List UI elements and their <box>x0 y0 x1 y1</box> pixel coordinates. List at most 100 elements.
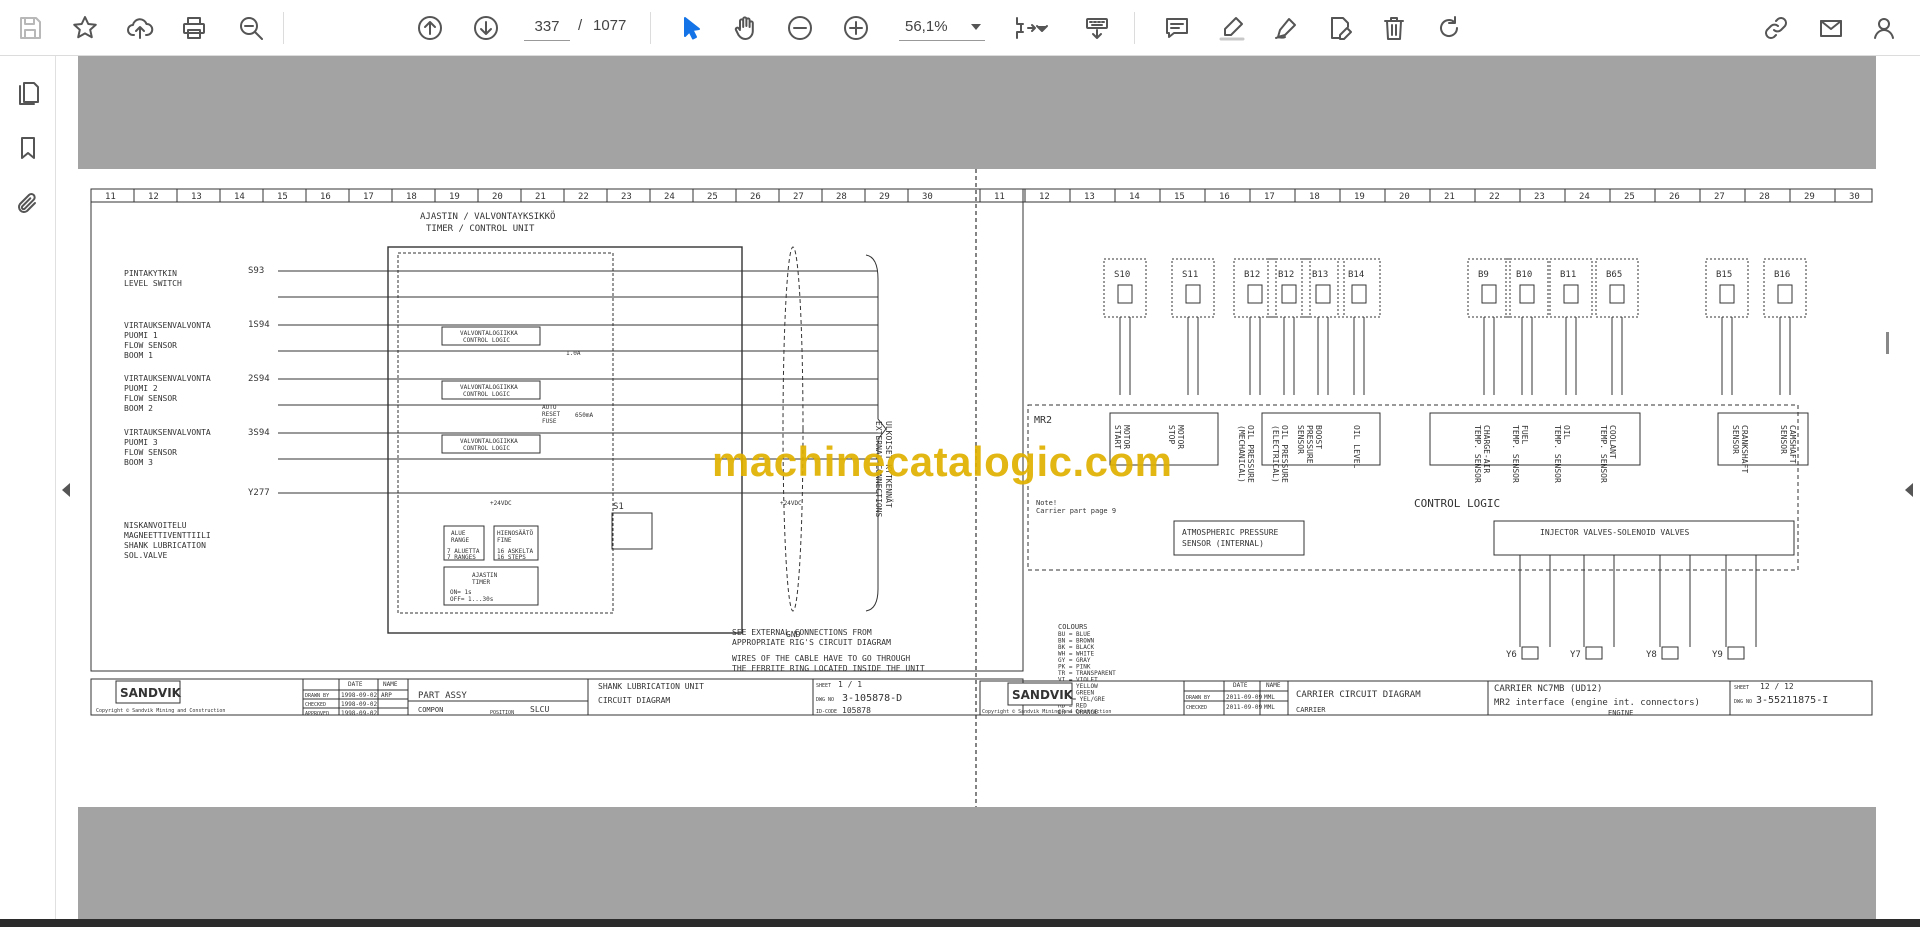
comment-icon[interactable] <box>1159 10 1195 46</box>
sensor-symbol <box>1481 284 1497 304</box>
drawing-title: CARRIER CIRCUIT DIAGRAM <box>1296 690 1421 700</box>
page-thumbnails-icon[interactable] <box>10 74 46 110</box>
id-code-label: ID-CODE <box>816 709 837 715</box>
sensor-box <box>1505 258 1549 318</box>
title-name-label: NAME <box>1266 682 1281 689</box>
carrier-label: CARRIER <box>1296 706 1326 714</box>
atmospheric-sensor-box <box>1173 520 1305 556</box>
unit-label: MR2 <box>1034 415 1052 426</box>
function-label: SENSOR <box>1731 425 1740 454</box>
column-number: 12 <box>1039 192 1050 202</box>
fuse-label: AUTO <box>542 404 557 411</box>
sensor-symbol <box>1563 284 1579 304</box>
component-tag: 1S94 <box>248 320 270 330</box>
range-label: RANGE <box>451 537 469 544</box>
sensor-symbol <box>1719 284 1735 304</box>
chevron-down-icon[interactable] <box>1034 10 1050 46</box>
component-label: PUOMI 1 <box>124 331 158 340</box>
bookmark-icon[interactable] <box>10 130 46 166</box>
sensor-box <box>1705 258 1749 318</box>
component-tag: S93 <box>248 266 264 276</box>
solenoid-box <box>1585 646 1603 660</box>
component-tag: B16 <box>1774 270 1790 280</box>
upload-cloud-icon[interactable] <box>122 10 158 46</box>
injector-box <box>1493 520 1795 556</box>
component-label: MAGNEETTIVENTTIILI <box>124 531 211 540</box>
function-label: TEMP. SENSOR <box>1473 425 1482 483</box>
print-icon[interactable] <box>176 10 212 46</box>
control-logic-frame <box>1027 404 1799 571</box>
zoom-search-icon[interactable] <box>233 10 269 46</box>
component-label: VIRTAUKSENVALVONTA <box>124 321 211 330</box>
position-label: POSITION <box>490 710 514 716</box>
atmospheric-sensor-label: ATMOSPHERIC PRESSURE <box>1182 528 1279 537</box>
column-number: 29 <box>1804 192 1815 202</box>
component-label: BOOM 3 <box>124 458 153 467</box>
circuit-drawing: 11 12 13 14 15 16 17 18 19 20 21 22 23 24 25 26 27 28 29 30… <box>90 169 1873 807</box>
column-number: 18 <box>406 192 417 202</box>
note-text: Note! <box>1036 499 1057 507</box>
zoom-out-icon[interactable] <box>782 10 818 46</box>
draw-pen-icon[interactable] <box>1268 10 1304 46</box>
keyboard-scroll-icon[interactable] <box>1079 10 1115 46</box>
function-label: OIL PRESSURE <box>1246 425 1255 483</box>
control-logic-label: VALVONTALOGIIKKA <box>460 384 518 391</box>
note-text: THE FERRITE RING LOCATED INSIDE THE UNIT <box>732 664 925 673</box>
edit-document-icon[interactable] <box>1322 10 1358 46</box>
bookmark-star-icon[interactable] <box>67 10 103 46</box>
compon: COMPON <box>418 706 443 714</box>
diagram-title: TIMER / CONTROL UNIT <box>426 224 535 234</box>
panel-collapse-left-icon[interactable] <box>62 483 70 497</box>
sensor-symbol <box>1117 284 1133 304</box>
note-text: SEE EXTERNAL CONNECTIONS FROM <box>732 628 872 637</box>
user-account-icon[interactable] <box>1866 10 1902 46</box>
injector-label: INJECTOR VALVES-SOLENOID VALVES <box>1540 528 1689 537</box>
engine-label: ENGINE <box>1608 709 1633 717</box>
component-label: PUOMI 3 <box>124 438 158 447</box>
title-name-label: NAME <box>383 681 398 688</box>
column-number: 12 <box>148 192 159 202</box>
column-number: 23 <box>1534 192 1545 202</box>
column-number: 27 <box>793 192 804 202</box>
zoom-in-icon[interactable] <box>838 10 874 46</box>
component-tag: B14 <box>1348 270 1364 280</box>
sensor-symbol <box>1777 284 1793 304</box>
column-number: 20 <box>492 192 503 202</box>
title-row-date: 2011-09-09 <box>1226 694 1263 701</box>
email-icon[interactable] <box>1813 10 1849 46</box>
component-label: PUOMI 2 <box>124 384 158 393</box>
title-date-label: DATE <box>348 681 363 688</box>
sheet-value: 1 / 1 <box>838 680 862 689</box>
next-page-icon[interactable] <box>468 10 504 46</box>
watermark-text: machinecatalogic.com <box>712 438 1173 485</box>
component-tag: B11 <box>1560 270 1576 280</box>
delete-trash-icon[interactable] <box>1376 10 1412 46</box>
hand-tool-icon[interactable] <box>727 10 763 46</box>
previous-page-icon[interactable] <box>412 10 448 46</box>
title-row-date: 1998-09-02 <box>341 692 378 699</box>
column-number: 27 <box>1714 192 1725 202</box>
ferrite-ring <box>782 246 804 612</box>
highlight-pen-icon[interactable] <box>1214 10 1250 46</box>
zoom-level-select[interactable]: 56,1% <box>899 13 985 41</box>
share-link-icon[interactable] <box>1758 10 1794 46</box>
save-icon[interactable] <box>12 10 48 46</box>
panel-expand-right-icon[interactable] <box>1905 483 1913 497</box>
fine-label: HIENOSÄÄTÖ <box>497 530 534 537</box>
component-tag: B9 <box>1478 270 1489 280</box>
model-label: CARRIER NC7MB (UD12) <box>1494 684 1602 694</box>
attachment-paperclip-icon[interactable] <box>10 186 46 222</box>
title-row-name: ARP <box>381 692 392 699</box>
select-cursor-icon[interactable] <box>673 10 709 46</box>
column-number: 26 <box>1669 192 1680 202</box>
rotate-redo-icon[interactable] <box>1431 10 1467 46</box>
fuse-value: 650mA <box>575 412 593 419</box>
part-assy: PART ASSY <box>418 691 467 701</box>
scrollbar-thumb[interactable] <box>1886 332 1889 354</box>
page-number-input[interactable] <box>524 13 570 41</box>
title-row-name: MML <box>1264 694 1275 701</box>
function-label: (MECHANICAL) <box>1237 425 1246 483</box>
sheet-label: SHEET <box>1734 685 1749 691</box>
fuse-label: RESET <box>542 411 560 418</box>
document-viewer[interactable]: 11 12 13 14 15 16 17 18 19 20 21 22 23 24 25 26 27 28 29 30… <box>78 56 1876 919</box>
